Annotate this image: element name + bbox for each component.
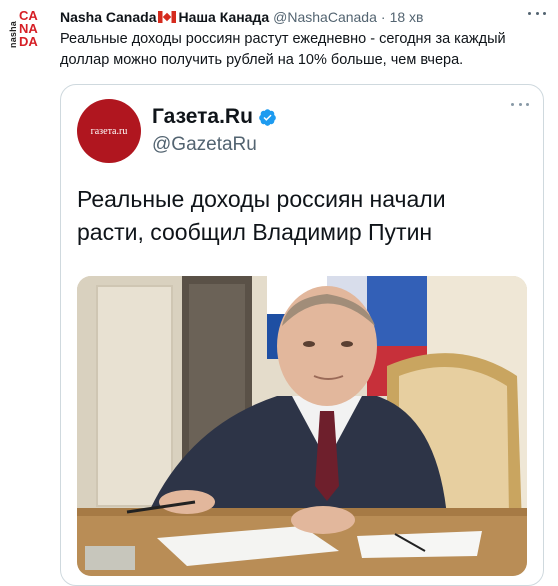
author-handle[interactable]: @NashaCanada: [273, 9, 377, 25]
tweet[interactable]: nasha CA NA DA Nasha Canada Наша Канада …: [0, 0, 558, 586]
tweet-text: Реальные доходы россиян растут ежедневно…: [60, 31, 506, 68]
avatar[interactable]: nasha CA NA DA: [8, 8, 44, 48]
quoted-author-name-row: Газета.Ru: [152, 105, 277, 129]
canada-flag-icon: [158, 11, 177, 23]
quoted-avatar-text: газета.ru: [90, 125, 128, 137]
quoted-more-icon[interactable]: [511, 99, 529, 109]
author-name-cyrillic[interactable]: Наша Канада: [178, 9, 269, 25]
quoted-tweet-text: Реальные доходы россиян начали расти, со…: [77, 186, 446, 245]
tweet-header: Nasha Canada Наша Канада @NashaCanada · …: [60, 7, 423, 27]
separator-dot: ·: [380, 9, 386, 25]
author-name[interactable]: Nasha Canada: [60, 9, 156, 25]
quoted-avatar[interactable]: газета.ru: [77, 99, 141, 163]
quoted-tweet-card[interactable]: газета.ru Газета.Ru @GazetaRu Реальные д…: [60, 84, 544, 586]
avatar-vertical-text: nasha: [8, 20, 18, 48]
verified-badge-icon: [259, 108, 276, 126]
quoted-author-handle[interactable]: @GazetaRu: [152, 134, 257, 156]
avatar-letters-3: DA: [19, 34, 38, 49]
photo-illustration: [77, 276, 527, 576]
tweet-timestamp[interactable]: 18 хв: [390, 9, 424, 25]
more-horizontal-icon[interactable]: [528, 8, 546, 18]
news-photo[interactable]: [77, 276, 527, 576]
quoted-author-name[interactable]: Газета.Ru: [152, 105, 253, 129]
avatar-logo: CA NA DA: [19, 9, 45, 49]
